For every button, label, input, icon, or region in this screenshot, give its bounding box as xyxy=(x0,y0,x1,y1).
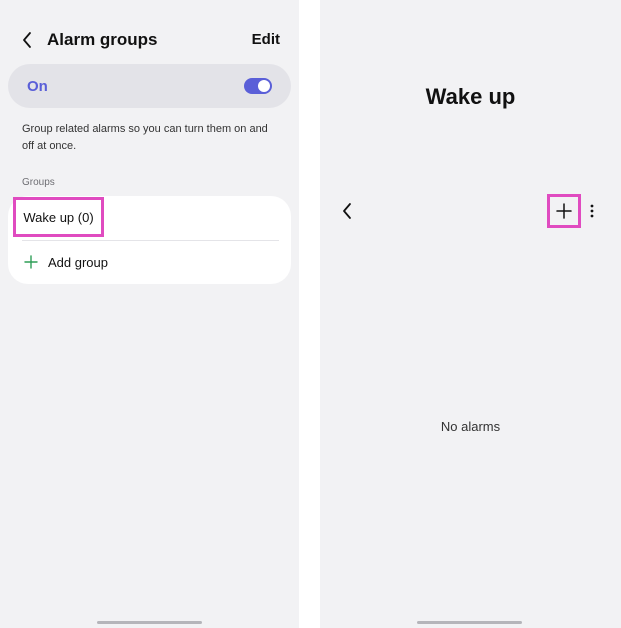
master-switch-label: On xyxy=(27,78,48,95)
add-group-label: Add group xyxy=(48,254,108,270)
add-alarm-button[interactable] xyxy=(547,194,581,228)
more-vertical-icon xyxy=(590,204,594,218)
navigation-handle[interactable] xyxy=(97,621,202,624)
header: Alarm groups Edit xyxy=(0,25,299,55)
empty-state-text: No alarms xyxy=(440,419,501,434)
divider xyxy=(22,240,279,241)
back-button[interactable] xyxy=(16,28,38,52)
add-group-button[interactable]: Add group xyxy=(24,252,108,272)
alarm-groups-screen: Alarm groups Edit On Group related alarm… xyxy=(0,0,299,628)
group-detail-screen: Wake up No alarms xyxy=(320,0,621,628)
navigation-handle[interactable] xyxy=(417,621,522,624)
master-switch-card[interactable]: On xyxy=(8,64,291,108)
page-title: Alarm groups xyxy=(47,30,158,49)
groups-section-label: Groups xyxy=(22,177,55,188)
master-toggle[interactable] xyxy=(244,78,272,94)
group-item-label: Wake up (0) xyxy=(23,209,94,225)
description-text: Group related alarms so you can turn the… xyxy=(22,123,268,152)
chevron-left-icon xyxy=(23,32,31,48)
group-item-wake-up[interactable]: Wake up (0) xyxy=(13,197,104,237)
group-title: Wake up xyxy=(425,84,516,109)
groups-list: Wake up (0) Add group xyxy=(8,196,291,284)
plus-icon xyxy=(24,255,38,269)
edit-button[interactable]: Edit xyxy=(252,31,280,48)
back-button[interactable] xyxy=(336,199,358,223)
plus-icon xyxy=(556,203,572,219)
chevron-left-icon xyxy=(343,203,351,219)
more-options-button[interactable] xyxy=(584,199,600,223)
toggle-knob xyxy=(258,80,270,92)
